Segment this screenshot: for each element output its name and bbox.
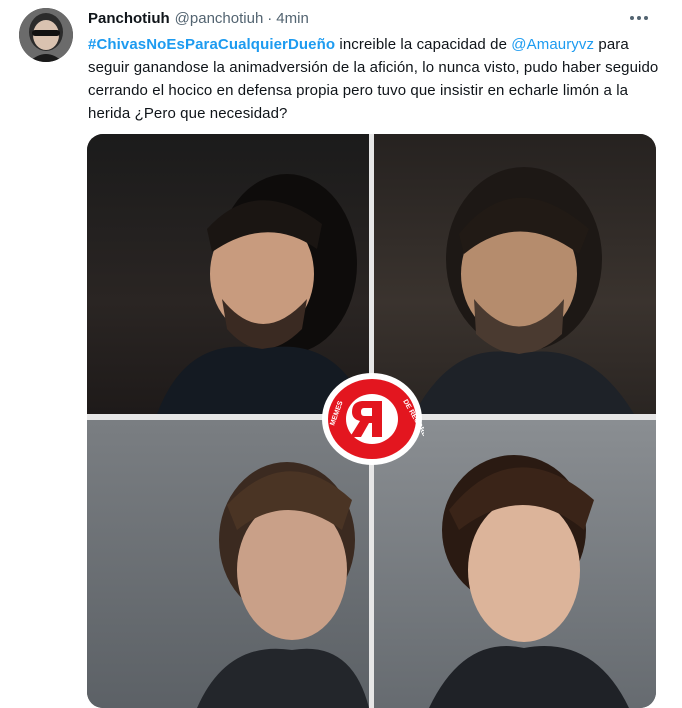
timestamp[interactable]: 4min	[276, 10, 309, 27]
more-options-button[interactable]	[624, 6, 654, 30]
tweet-text: #ChivasNoEsParaCualquierDueño increible …	[88, 33, 668, 125]
separator-dot: ·	[267, 9, 273, 27]
mention-link[interactable]: @Amauryvz	[511, 36, 594, 53]
tweet[interactable]: Panchotiuh @panchotiuh · 4min #ChivasNoE…	[0, 0, 682, 708]
avatar[interactable]	[19, 8, 73, 62]
display-name[interactable]: Panchotiuh	[88, 10, 170, 27]
tweet-header: Panchotiuh @panchotiuh · 4min	[88, 8, 309, 28]
hashtag-link[interactable]: #ChivasNoEsParaCualquierDueño	[88, 36, 335, 53]
user-handle[interactable]: @panchotiuh	[175, 10, 264, 27]
tweet-text-part1: increible la capacidad de	[335, 36, 512, 53]
ellipsis-icon	[630, 16, 648, 20]
avatar-image	[19, 8, 73, 62]
record-logo: MEMES DE RÉCORD	[320, 371, 430, 467]
tweet-media[interactable]: MEMES DE RÉCORD	[87, 134, 656, 708]
